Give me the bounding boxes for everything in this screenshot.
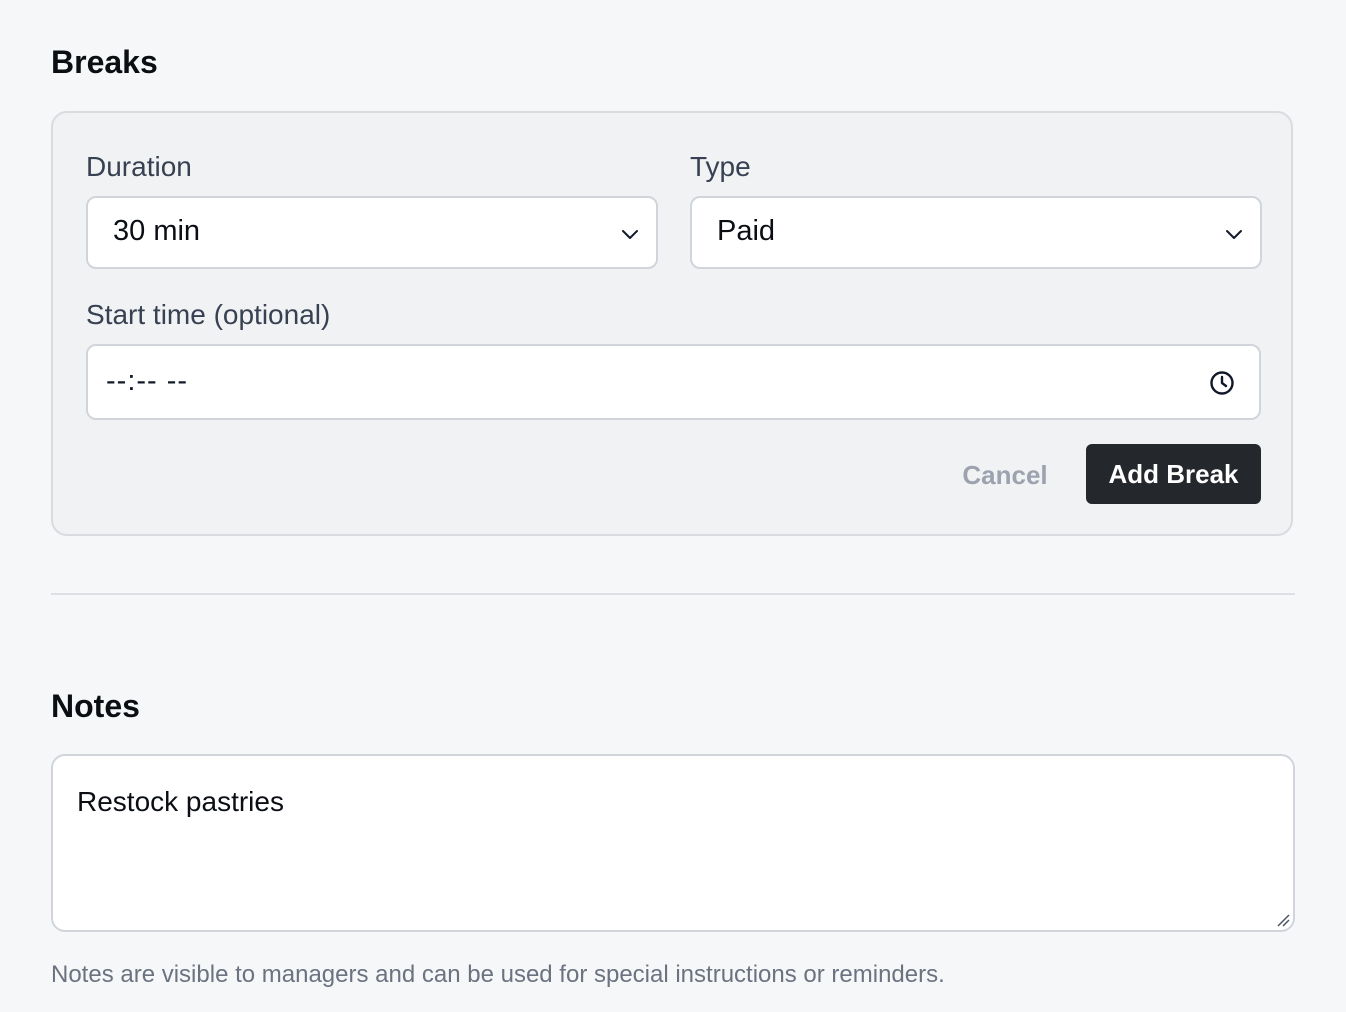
section-divider: [51, 593, 1295, 595]
resize-handle-icon[interactable]: [1275, 912, 1291, 928]
add-break-button[interactable]: Add Break: [1086, 444, 1261, 504]
chevron-down-icon: [622, 230, 638, 239]
duration-select-value: 30 min: [113, 215, 201, 247]
clock-icon[interactable]: [1209, 370, 1235, 396]
start-time-label: Start time (optional): [86, 299, 331, 330]
breaks-section-title: Breaks: [51, 44, 158, 80]
breaks-form-panel: Duration 30 min Type Paid Start time (op…: [51, 111, 1293, 536]
notes-textarea-value: Restock pastries: [77, 786, 284, 817]
notes-help-text: Notes are visible to managers and can be…: [51, 961, 945, 988]
type-label: Type: [690, 151, 751, 182]
start-time-input[interactable]: --:-- --: [86, 344, 1261, 420]
notes-textarea[interactable]: Restock pastries: [51, 754, 1295, 932]
duration-label: Duration: [86, 151, 192, 182]
chevron-down-icon: [1226, 230, 1242, 239]
type-select-value: Paid: [717, 215, 776, 247]
duration-select[interactable]: 30 min: [86, 196, 658, 269]
start-time-placeholder: --:-- --: [106, 365, 189, 397]
cancel-button[interactable]: Cancel: [945, 445, 1065, 505]
type-select[interactable]: Paid: [690, 196, 1262, 269]
notes-section-title: Notes: [51, 688, 140, 724]
